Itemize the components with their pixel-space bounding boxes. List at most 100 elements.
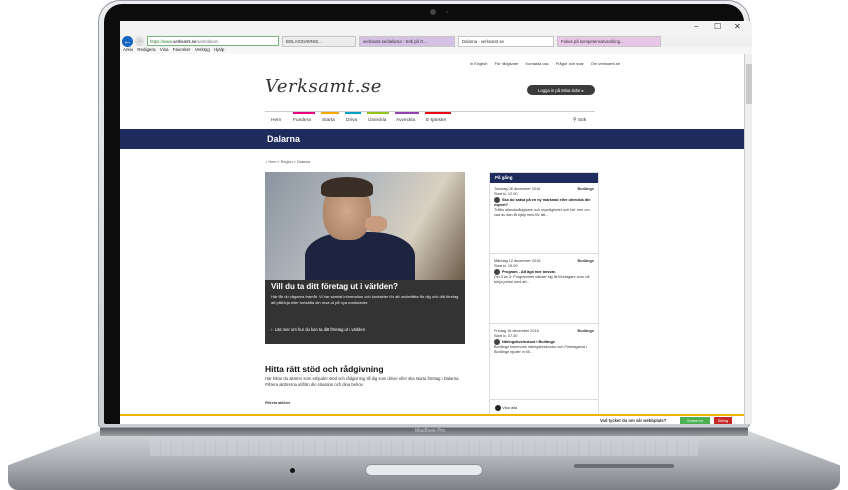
- nav-color-starta: [321, 112, 339, 114]
- link-fragor-och-svar[interactable]: Frågor och svar: [556, 61, 584, 66]
- feedback-answer-button[interactable]: Svara nu: [680, 417, 710, 424]
- webcam: [430, 9, 436, 15]
- search-label: Sök: [577, 118, 587, 123]
- chevron-right-icon: [495, 405, 501, 411]
- see-all-label: Visa alla: [502, 405, 518, 411]
- link-in-english[interactable]: In English: [470, 61, 488, 66]
- login-button[interactable]: Logga in på Mina sidor ▸: [527, 85, 595, 95]
- breadcrumb-text[interactable]: Hem » Region » Dalarna: [268, 160, 310, 164]
- nav-starta[interactable]: Starta: [322, 118, 335, 123]
- region-banner: Dalarna: [120, 129, 744, 149]
- nav-fundera[interactable]: Fundera: [293, 118, 311, 123]
- event-item[interactable]: Torsdag 08 december 2016 Borlänge Start …: [494, 187, 594, 218]
- menu-visa[interactable]: Visa: [160, 47, 169, 52]
- nav-hem[interactable]: Hem: [271, 118, 281, 123]
- event-desc: Del 3 av 3: Programmet vänder sig till f…: [494, 275, 590, 284]
- scrollbar-thumb[interactable]: [746, 64, 752, 104]
- url-secure-part: https://www.: [150, 38, 174, 44]
- side-port: [574, 464, 674, 468]
- address-bar[interactable]: https://www. verksamt.se /web/dalarn: [147, 36, 279, 46]
- breadcrumb: ⌂ Hem » Region » Dalarna: [265, 160, 310, 164]
- url-path: /web/dalarn: [196, 38, 219, 44]
- events-panel: På gång Torsdag 08 december 2016 Borläng…: [489, 172, 599, 420]
- tab-search[interactable]: verksamt.se/dalarna - Sök på G...: [359, 35, 455, 47]
- tab-label: BOLAGSVERKE...: [286, 38, 322, 44]
- event-city: Borlänge: [577, 329, 594, 333]
- hero-title: Vill du ta ditt företag ut i världen?: [271, 282, 398, 291]
- hero-read-more-link[interactable]: › Läs mer om hur du kan ta ditt företag …: [271, 327, 365, 332]
- hero-link-label: Läs mer om hur du kan ta ditt företag ut…: [274, 327, 366, 332]
- webcam-led: [446, 11, 448, 13]
- feedback-question: Vad tycker du om vår webbplats?: [600, 418, 667, 423]
- brand-label: MacBook Pro: [414, 428, 445, 434]
- menu-favoriter[interactable]: Favoriter: [173, 47, 191, 52]
- nav-color-avveckla: [395, 112, 419, 114]
- maximize-button[interactable]: ☐: [714, 22, 721, 31]
- forward-button[interactable]: →: [135, 36, 144, 46]
- event-title: Ska du satsa på en ny marknad eller utve…: [494, 198, 591, 207]
- back-button[interactable]: ←: [122, 35, 133, 47]
- event-divider: [490, 253, 598, 254]
- web-page: In English För rådgivare Kontakta oss Fr…: [120, 54, 744, 424]
- event-item[interactable]: Fredag 16 december 2016 Borlänge Start k…: [494, 329, 594, 355]
- hero-person-hand: [365, 216, 387, 232]
- filter-label: Filtrera aktörer: [265, 401, 291, 405]
- screen: − ☐ ✕ ← → https://www. verksamt.se /web/…: [120, 21, 752, 424]
- nav-color-utveckla: [367, 112, 389, 114]
- menu-redigera[interactable]: Redigera: [137, 47, 155, 52]
- tab-bolagsverket[interactable]: BOLAGSVERKE...: [282, 35, 356, 47]
- feedback-close-button[interactable]: Stäng: [714, 417, 732, 424]
- close-window-button[interactable]: ✕: [734, 22, 741, 31]
- nav-driva[interactable]: Driva: [346, 118, 357, 123]
- nav-color-etjanster: [425, 112, 451, 114]
- menu-arkiv[interactable]: Arkiv: [123, 47, 133, 52]
- event-city: Borlänge: [577, 259, 594, 263]
- nav-color-fundera: [293, 112, 315, 114]
- nav-etjanster[interactable]: E-tjänster: [426, 118, 447, 123]
- link-kontakta-oss[interactable]: Kontakta oss: [525, 61, 548, 66]
- link-om-verksamt[interactable]: Om verksamt.se: [591, 61, 620, 66]
- event-item[interactable]: Måndag 12 december 2016 Borlänge Start k…: [494, 259, 594, 285]
- tab-fokus[interactable]: Fokus på kompetensutveckling...: [557, 35, 661, 47]
- address-row: ← → https://www. verksamt.se /web/dalarn…: [120, 35, 752, 47]
- tab-label: Dalarna - verksamt.se: [462, 38, 505, 44]
- section-text: Här hittar du aktörer som erbjuder stöd …: [265, 376, 460, 387]
- url-host: verksamt.se: [173, 38, 197, 44]
- event-title: Näringslivsfrukost i Borlänge: [502, 340, 555, 344]
- vertical-scrollbar[interactable]: [744, 54, 752, 424]
- hero-person-hair: [321, 177, 373, 197]
- title-bar: − ☐ ✕: [120, 21, 752, 35]
- event-title: Program - Att äga mer ansvar.: [502, 270, 556, 274]
- hero-image: [265, 172, 465, 292]
- hero-text: Här får du vägarna framåt. Vi har samlat…: [271, 294, 459, 305]
- top-links: In English För rådgivare Kontakta oss Fr…: [420, 61, 620, 66]
- event-city: Borlänge: [577, 187, 594, 191]
- login-label: Logga in på Mina sidor: [538, 87, 581, 93]
- home-icon: ⌂: [265, 160, 268, 164]
- tab-dalarna[interactable]: Dalarna - verksamt.se: [458, 35, 554, 47]
- tab-label: verksamt.se/dalarna - Sök på G...: [363, 38, 428, 44]
- section-title: Hitta rätt stöd och rådgivning: [265, 364, 384, 374]
- see-all-link[interactable]: Visa alla: [495, 405, 517, 411]
- minimize-button[interactable]: −: [694, 22, 699, 31]
- link-for-radgivare[interactable]: För rådgivare: [495, 61, 519, 66]
- nav-utveckla[interactable]: Utveckla: [368, 118, 386, 123]
- nav-avveckla[interactable]: Avveckla: [396, 118, 415, 123]
- nav-color-driva: [345, 112, 361, 114]
- search-link[interactable]: ⚲ Sök: [573, 118, 586, 123]
- trackpad-latch: [366, 465, 482, 475]
- main-nav: Hem Fundera Starta Driva Utveckla Avveck…: [265, 111, 595, 128]
- event-desc: Träffa utlandsrådgivare och myndigheter …: [494, 208, 590, 217]
- event-desc: Borlänge kommuns näringslivskontor och F…: [494, 345, 588, 354]
- site-logo[interactable]: Verksamt.se: [265, 76, 382, 97]
- search-icon: ⚲: [573, 118, 577, 123]
- region-title: Dalarna: [267, 134, 301, 144]
- menu-hjalp[interactable]: Hjälp: [214, 47, 224, 52]
- feedback-bar: Vad tycker du om vår webbplats? Svara nu…: [120, 414, 744, 424]
- keyboard-edge: [150, 438, 698, 456]
- menu-verktyg[interactable]: Verktyg: [195, 47, 210, 52]
- hero-card[interactable]: Vill du ta ditt företag ut i världen? Hä…: [265, 172, 465, 344]
- sleep-led: [290, 468, 295, 473]
- event-divider: [490, 323, 598, 324]
- event-divider: [490, 399, 598, 400]
